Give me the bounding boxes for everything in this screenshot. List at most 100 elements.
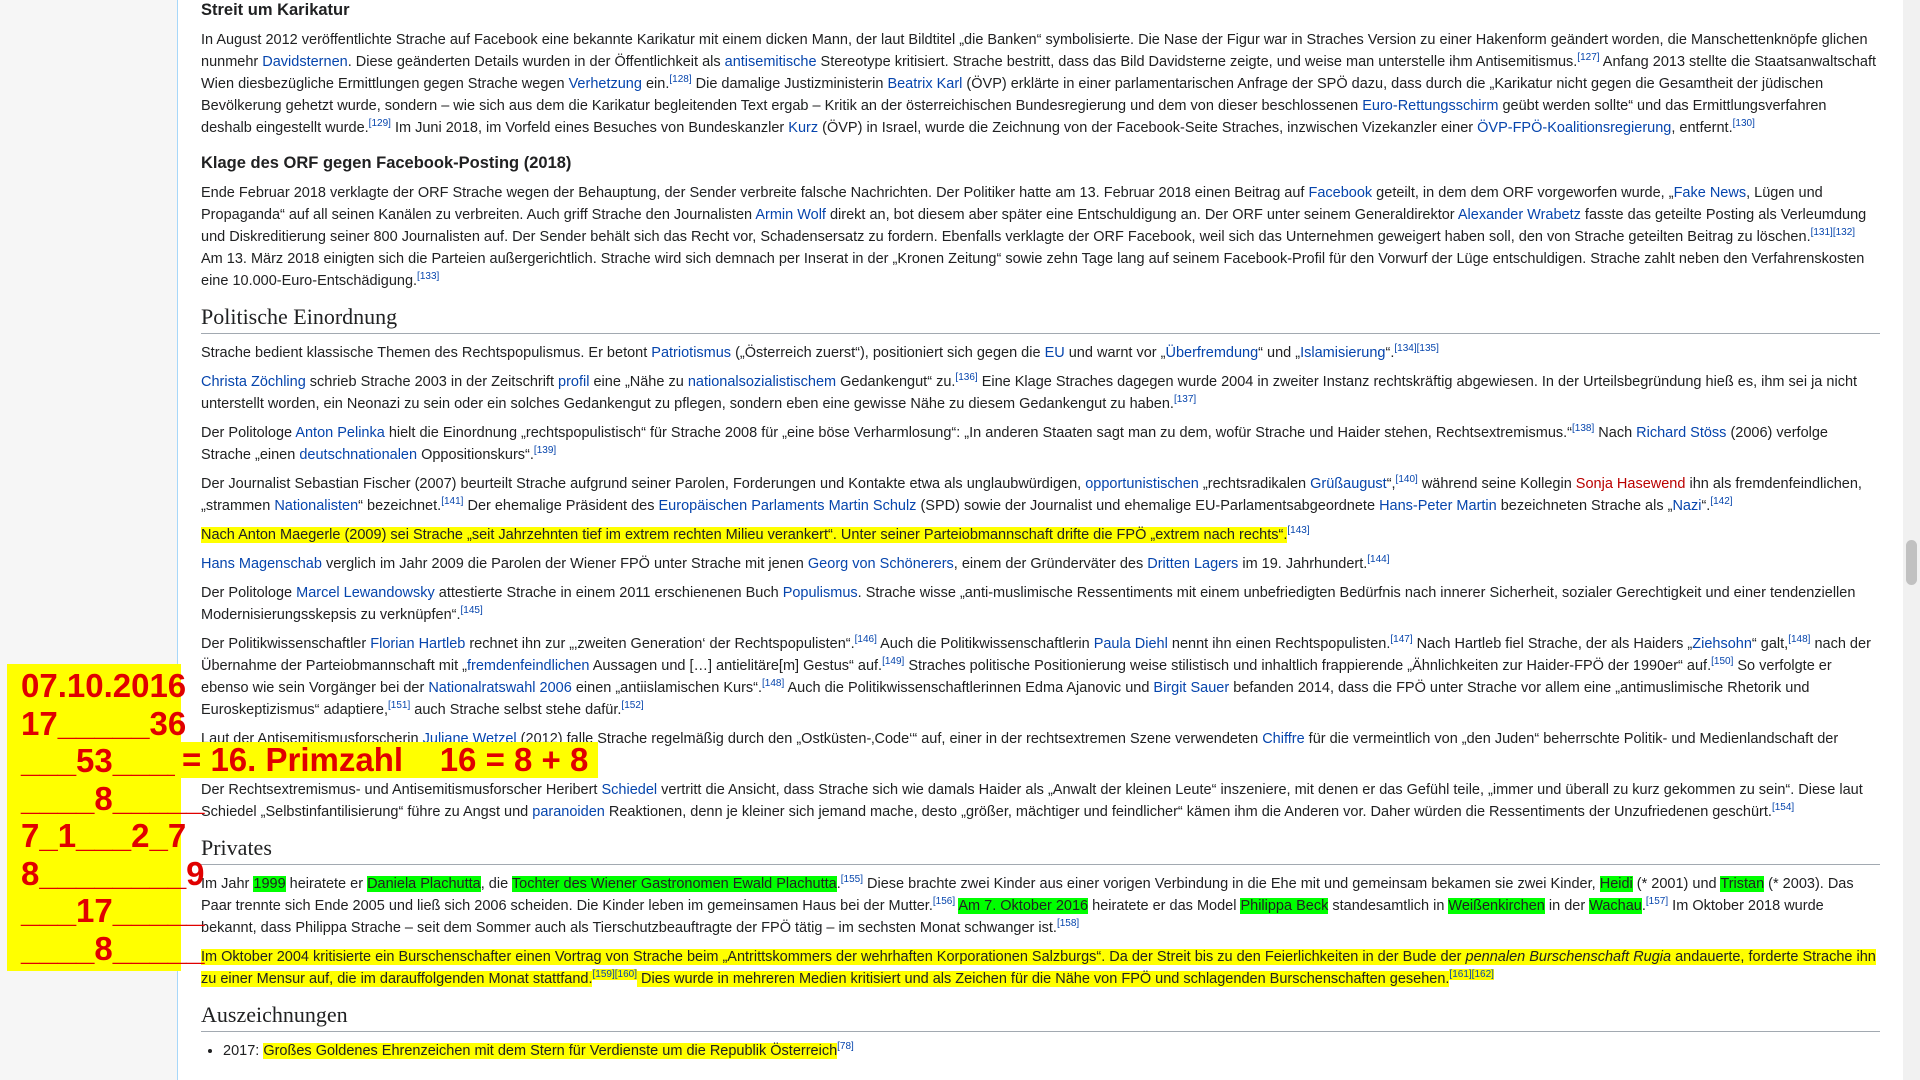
citation-ref[interactable]: [158] <box>1057 918 1079 929</box>
text-span: heiratete er das Model <box>1088 898 1241 914</box>
note-line: 8________9 <box>21 854 205 892</box>
wiki-link[interactable]: deutschnationalen <box>299 447 417 463</box>
text-span: “ und „ <box>1258 345 1301 361</box>
wiki-link[interactable]: Schiedel <box>601 782 657 798</box>
wiki-link[interactable]: Birgit Sauer <box>1153 680 1229 696</box>
citation-ref[interactable]: [127] <box>1577 52 1599 63</box>
wiki-link[interactable]: Georg von Schönerers <box>808 556 954 572</box>
wiki-link[interactable]: profil <box>558 374 589 390</box>
wiki-link[interactable]: Europäischen Parlaments <box>659 498 825 514</box>
wiki-link[interactable]: Marcel Lewandowsky <box>296 585 435 601</box>
wiki-link[interactable]: Hans-Peter Martin <box>1379 498 1497 514</box>
wiki-link[interactable]: Richard Stöss <box>1636 425 1726 441</box>
citation-ref[interactable]: [138] <box>1572 423 1594 434</box>
citation-ref[interactable]: [147] <box>1390 634 1412 645</box>
wiki-link[interactable]: Sonja Hasewend <box>1576 476 1686 492</box>
citation-ref[interactable]: [130] <box>1733 118 1755 129</box>
text-span: bezeichneten Strache als „ <box>1496 498 1673 514</box>
citation-ref[interactable]: [139] <box>534 445 556 456</box>
text-span: Wachau <box>1589 898 1642 914</box>
citation-ref[interactable]: [148] <box>762 678 784 689</box>
wiki-link[interactable]: Alexander Wrabetz <box>1458 207 1581 223</box>
citation-ref[interactable]: [141] <box>441 496 463 507</box>
wiki-link[interactable]: nationalsozialistischem <box>688 374 836 390</box>
citation-ref[interactable]: [128] <box>669 74 691 85</box>
citation-ref[interactable]: [129] <box>369 118 391 129</box>
citation-ref[interactable]: [131][132] <box>1811 227 1855 238</box>
wiki-link[interactable]: Christa Zöchling <box>201 374 306 390</box>
wiki-link[interactable]: Kurz <box>788 120 818 136</box>
text-span: Großes Goldenes Ehrenzeichen mit dem Ste… <box>263 1043 838 1059</box>
citation-ref[interactable]: [136] <box>955 372 977 383</box>
citation-ref[interactable]: [145] <box>461 605 483 616</box>
wiki-link[interactable]: EU <box>1045 345 1065 361</box>
scrollbar-thumb[interactable] <box>1906 540 1917 585</box>
citation-ref[interactable]: [142] <box>1710 496 1732 507</box>
text-span: nennt ihn einen Rechtspopulisten. <box>1167 636 1391 652</box>
text-span: schrieb Strache 2003 in der Zeitschrift <box>305 374 559 390</box>
citation-ref[interactable]: [149] <box>882 656 904 667</box>
wiki-link[interactable]: paranoiden <box>532 804 605 820</box>
wiki-link[interactable]: Grüßaugust <box>1310 476 1387 492</box>
wiki-link[interactable]: Nazi <box>1672 498 1701 514</box>
citation-ref[interactable]: [148] <box>1788 634 1810 645</box>
wiki-link[interactable]: Anton Pelinka <box>295 425 384 441</box>
wiki-link[interactable]: Armin Wolf <box>755 207 826 223</box>
wiki-link[interactable]: antisemitische <box>725 54 817 70</box>
wiki-link[interactable]: opportunistischen <box>1085 476 1199 492</box>
text-span: “. <box>1701 498 1711 514</box>
text-span: , die <box>480 876 512 892</box>
wiki-link[interactable]: Hans Magenschab <box>201 556 322 572</box>
article-content: Streit um Karikatur In August 2012 veröf… <box>201 0 1880 1062</box>
text-span: “, <box>1386 476 1396 492</box>
wiki-link[interactable]: Beatrix Karl <box>887 76 962 92</box>
scrollbar[interactable] <box>1903 0 1920 1080</box>
wiki-link[interactable]: ÖVP-FPÖ-Koalitionsregierung <box>1477 120 1671 136</box>
text-span: Daniela Plachutta <box>367 876 481 892</box>
citation-ref[interactable]: [146] <box>855 634 877 645</box>
text-span: heiratete er <box>285 876 368 892</box>
wiki-link[interactable]: Fake News <box>1674 185 1747 201</box>
wiki-link[interactable]: Islamisierung <box>1300 345 1385 361</box>
wiki-link[interactable]: Überfremdung <box>1165 345 1258 361</box>
citation-ref[interactable]: [156] <box>933 896 955 907</box>
citation-ref[interactable]: [150] <box>1711 656 1733 667</box>
wiki-link[interactable]: Florian Hartleb <box>370 636 465 652</box>
text-span: 1999 <box>253 876 286 892</box>
wiki-link[interactable]: fremdenfeindlichen <box>467 658 590 674</box>
citation-ref[interactable]: [78] <box>837 1041 854 1052</box>
citation-ref[interactable]: [152] <box>621 700 643 711</box>
wiki-link[interactable]: Patriotismus <box>651 345 731 361</box>
text-span: und warnt vor „ <box>1064 345 1166 361</box>
wiki-link[interactable]: Ziehsohn <box>1692 636 1752 652</box>
wiki-link[interactable]: Populismus <box>783 585 858 601</box>
citation-ref[interactable]: [159][160] <box>592 969 637 981</box>
citation-ref[interactable]: [154] <box>1772 802 1794 813</box>
wiki-link[interactable]: Davidsternen <box>262 54 347 70</box>
citation-ref[interactable]: [133] <box>417 271 439 282</box>
citation-ref[interactable]: [157] <box>1646 896 1668 907</box>
note-line: ____8_____ <box>21 929 205 967</box>
wiki-link[interactable]: Nationalratswahl 2006 <box>428 680 571 696</box>
wiki-link[interactable]: Martin Schulz <box>829 498 917 514</box>
citation-ref[interactable]: [140] <box>1396 474 1418 485</box>
wiki-link[interactable]: Paula Diehl <box>1094 636 1168 652</box>
citation-ref[interactable]: [161][162] <box>1449 969 1494 981</box>
wiki-link[interactable]: Dritten Lagers <box>1147 556 1238 572</box>
citation-ref[interactable]: [144] <box>1367 554 1389 565</box>
text-span: (ÖVP) in Israel, wurde die Zeichnung von… <box>818 120 1478 136</box>
wiki-link[interactable]: Euro-Rettungsschirm <box>1362 98 1498 114</box>
citation-ref[interactable]: [137] <box>1174 394 1196 405</box>
citation-ref[interactable]: [134][135] <box>1394 343 1438 354</box>
text-span: Nach Hartleb fiel Strache, der als Haide… <box>1412 636 1693 652</box>
wiki-link[interactable]: Nationalisten <box>274 498 358 514</box>
text-span: Oppositionskurs“. <box>417 447 534 463</box>
wiki-link[interactable]: Verhetzung <box>569 76 642 92</box>
wiki-link[interactable]: Facebook <box>1308 185 1372 201</box>
wiki-link[interactable]: Chiffre <box>1262 731 1304 747</box>
citation-ref[interactable]: [151] <box>388 700 410 711</box>
citation-ref[interactable]: [143] <box>1287 525 1309 536</box>
text-span: einen „antiislamischen Kurs“. <box>571 680 763 696</box>
citation-ref[interactable]: [155] <box>841 874 863 885</box>
text-span: Im Juni 2018, im Vorfeld eines Besuches … <box>390 120 789 136</box>
